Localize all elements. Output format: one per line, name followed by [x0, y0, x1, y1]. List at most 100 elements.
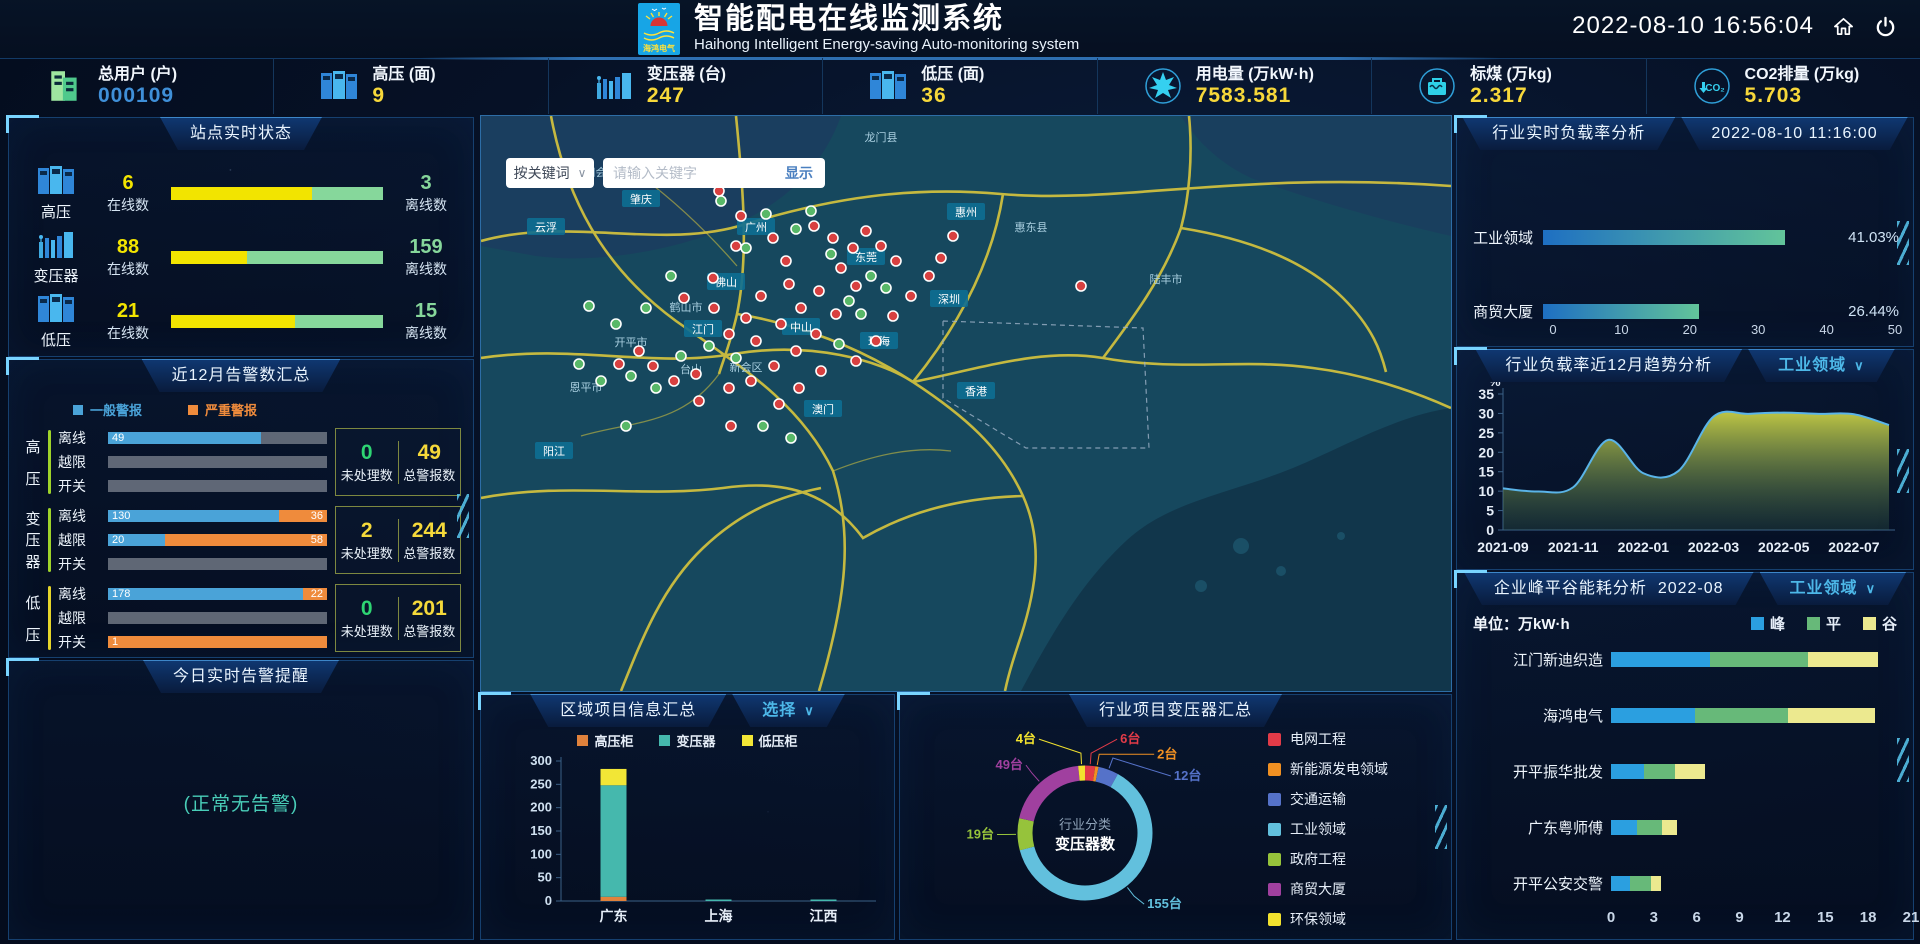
- map-marker-red[interactable]: [796, 303, 806, 313]
- map-marker-red[interactable]: [791, 346, 801, 356]
- map-marker-red[interactable]: [694, 396, 704, 406]
- map-marker-green[interactable]: [761, 209, 771, 219]
- map-marker-red[interactable]: [776, 319, 786, 329]
- map-marker-green[interactable]: [844, 296, 854, 306]
- map-marker-green[interactable]: [758, 421, 768, 431]
- alarm-summary-title: 近12月告警数汇总: [142, 359, 341, 392]
- svg-text:15: 15: [1478, 464, 1494, 480]
- map-marker-red[interactable]: [691, 369, 701, 379]
- stats-bar: 总用户 (户)000109高压 (面)9变压器 (台)247低压 (面)36用电…: [0, 58, 1920, 114]
- map-marker-green[interactable]: [834, 339, 844, 349]
- home-icon[interactable]: [1830, 13, 1856, 39]
- map-keyword-select[interactable]: 按关键词∨: [506, 158, 594, 188]
- map-marker-red[interactable]: [1076, 281, 1086, 291]
- map-marker-red[interactable]: [746, 376, 756, 386]
- map-marker-green[interactable]: [596, 376, 606, 386]
- map-marker-green[interactable]: [826, 249, 836, 259]
- map-marker-red[interactable]: [811, 329, 821, 339]
- trend-industry-selector[interactable]: 工业领域∨: [1748, 349, 1895, 382]
- map-marker-green[interactable]: [611, 319, 621, 329]
- map-marker-red[interactable]: [774, 399, 784, 409]
- map-marker-green[interactable]: [881, 283, 891, 293]
- legend-swatch-icon: [577, 735, 588, 746]
- map-marker-red[interactable]: [851, 356, 861, 366]
- map-marker-red[interactable]: [726, 421, 736, 431]
- map-marker-red[interactable]: [848, 243, 858, 253]
- map-marker-green[interactable]: [741, 243, 751, 253]
- pv-industry-selector[interactable]: 工业领域∨: [1760, 572, 1907, 605]
- chevron-down-icon: ∨: [1866, 581, 1877, 596]
- map-marker-red[interactable]: [634, 346, 644, 356]
- map-marker-green[interactable]: [651, 383, 661, 393]
- alarm-bar-value: 130: [112, 510, 130, 522]
- map-marker-red[interactable]: [756, 291, 766, 301]
- pv-company-label: 开平公安交警: [1463, 873, 1611, 894]
- map-marker-red[interactable]: [724, 329, 734, 339]
- map-marker-red[interactable]: [809, 221, 819, 231]
- map-marker-green[interactable]: [786, 433, 796, 443]
- map-marker-green[interactable]: [731, 353, 741, 363]
- map-marker-red[interactable]: [679, 293, 689, 303]
- map-marker-red[interactable]: [648, 361, 658, 371]
- map-marker-green[interactable]: [641, 303, 651, 313]
- map-marker-red[interactable]: [831, 309, 841, 319]
- map-marker-red[interactable]: [871, 336, 881, 346]
- map-marker-red[interactable]: [736, 211, 746, 221]
- map-marker-red[interactable]: [906, 291, 916, 301]
- map-marker-red[interactable]: [861, 226, 871, 236]
- map-marker-red[interactable]: [891, 256, 901, 266]
- map-marker-green[interactable]: [584, 301, 594, 311]
- map-marker-red[interactable]: [708, 273, 718, 283]
- legend-swatch-icon: [1751, 617, 1764, 630]
- map-marker-red[interactable]: [924, 271, 934, 281]
- map-marker-red[interactable]: [741, 313, 751, 323]
- pv-company-label: 广东粤师傅: [1463, 817, 1611, 838]
- alarm-bar-severe: 58: [165, 534, 327, 546]
- map-show-button[interactable]: 显示: [773, 158, 825, 188]
- map-marker-red[interactable]: [751, 336, 761, 346]
- map-search-input[interactable]: [603, 158, 783, 188]
- map-marker-red[interactable]: [876, 241, 886, 251]
- map-marker-green[interactable]: [806, 206, 816, 216]
- map-marker-red[interactable]: [836, 263, 846, 273]
- map-marker-green[interactable]: [666, 271, 676, 281]
- map-marker-red[interactable]: [828, 233, 838, 243]
- map-marker-red[interactable]: [781, 256, 791, 266]
- map-marker-green[interactable]: [626, 371, 636, 381]
- map-marker-red[interactable]: [669, 376, 679, 386]
- stat-item-0: 总用户 (户)000109: [0, 58, 273, 114]
- panel-today-alert: 今日实时告警提醒 (正常无告警): [8, 660, 474, 940]
- alarm-bar-severe: 22: [303, 588, 327, 600]
- map-canvas[interactable]: 惠州广州东莞深圳香港珠海澳门中山江门佛山肇庆云浮阳江台山新会区惠东县龙门县四会市…: [481, 116, 1451, 691]
- legend-swatch-icon: [742, 735, 753, 746]
- map-marker-green[interactable]: [676, 351, 686, 361]
- svg-text:35: 35: [1478, 386, 1494, 402]
- map-marker-green[interactable]: [621, 421, 631, 431]
- map-marker-red[interactable]: [731, 241, 741, 251]
- map-marker-green[interactable]: [574, 359, 584, 369]
- map-marker-green[interactable]: [791, 224, 801, 234]
- map-marker-red[interactable]: [816, 366, 826, 376]
- map-marker-red[interactable]: [614, 359, 624, 369]
- trend-area-chart: %051015202530352021-092021-112022-012022…: [1457, 382, 1913, 567]
- map-marker-red[interactable]: [814, 286, 824, 296]
- map-marker-red[interactable]: [768, 233, 778, 243]
- region-selector[interactable]: 选择∨: [732, 694, 845, 727]
- alarm-row: 离线49: [58, 428, 327, 448]
- map-marker-green[interactable]: [716, 196, 726, 206]
- map-marker-red[interactable]: [888, 311, 898, 321]
- map-marker-red[interactable]: [769, 361, 779, 371]
- map-marker-green[interactable]: [866, 271, 876, 281]
- map-marker-red[interactable]: [948, 231, 958, 241]
- map-city-label: 深圳: [930, 290, 968, 307]
- map-marker-red[interactable]: [794, 383, 804, 393]
- map-marker-red[interactable]: [851, 281, 861, 291]
- map-marker-green[interactable]: [856, 309, 866, 319]
- map-marker-red[interactable]: [936, 253, 946, 263]
- map-marker-red[interactable]: [784, 279, 794, 289]
- map-marker-red[interactable]: [709, 303, 719, 313]
- power-icon[interactable]: [1872, 13, 1898, 39]
- map-marker-green[interactable]: [704, 341, 714, 351]
- svg-text:0: 0: [1486, 522, 1494, 538]
- map-marker-red[interactable]: [724, 383, 734, 393]
